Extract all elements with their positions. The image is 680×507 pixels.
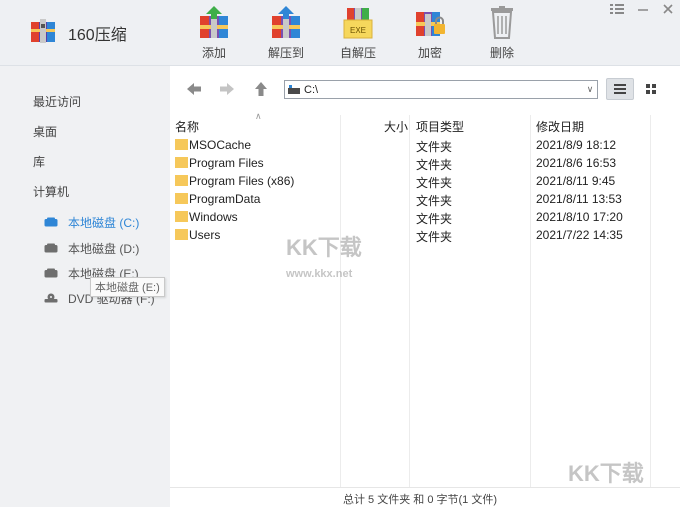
file-name: Program Files (x86) (189, 174, 295, 188)
sidebar-item-computer[interactable]: 计算机 (33, 183, 69, 200)
drive-label: 本地磁盘 (D:) (68, 241, 140, 256)
delete-label: 删除 (489, 46, 514, 60)
table-row[interactable]: MSOCache 文件夹 2021/8/9 18:12 (170, 136, 650, 154)
app-title: 160压缩 (68, 27, 127, 44)
column-header-size[interactable]: 大小 (384, 118, 408, 135)
file-type: 文件夹 (416, 212, 453, 226)
extract-to-button[interactable]: 解压到 (256, 4, 316, 62)
drive-d[interactable]: 本地磁盘 (D:) (44, 240, 139, 256)
app-logo-icon (31, 19, 55, 43)
title-toolbar: 160压缩 添加 解压到 EXE 自解压 加密 删除 (0, 0, 680, 66)
self-extract-button[interactable]: EXE 自解压 (328, 4, 388, 62)
trash-icon (491, 6, 513, 39)
status-bar: 总计 5 文件夹 和 0 字节(1 文件) (170, 487, 680, 507)
sidebar-item-library[interactable]: 库 (33, 153, 45, 170)
file-name: Users (189, 228, 221, 242)
hard-drive-icon (44, 217, 58, 227)
file-name: MSOCache (189, 138, 252, 152)
grid-view-button[interactable] (637, 78, 665, 100)
address-path: C:\ (304, 83, 319, 96)
close-icon (663, 4, 673, 14)
file-date: 2021/8/11 13:53 (536, 192, 622, 206)
list-view-button[interactable] (606, 78, 634, 100)
exe-badge: EXE (350, 26, 366, 35)
file-name: Program Files (189, 156, 264, 170)
folder-icon (175, 229, 188, 240)
self-extract-icon: EXE (343, 8, 373, 39)
table-row[interactable]: Program Files (x86) 文件夹 2021/8/11 9:45 (170, 172, 650, 190)
sidebar-item-recent[interactable]: 最近访问 (33, 93, 81, 110)
delete-button[interactable]: 删除 (472, 4, 532, 62)
sidebar-item-desktop[interactable]: 桌面 (33, 123, 57, 140)
table-row[interactable]: Program Files 文件夹 2021/8/6 16:53 (170, 154, 650, 172)
watermark-url: www.kkx.net (286, 268, 353, 280)
file-date: 2021/8/6 16:53 (536, 156, 617, 170)
folder-icon (175, 193, 188, 204)
encrypt-lock-icon (416, 12, 445, 36)
drive-label: 本地磁盘 (C:) (68, 215, 140, 230)
up-folder-icon[interactable] (253, 81, 269, 97)
grid-view-icon (646, 84, 656, 94)
file-date: 2021/8/10 17:20 (536, 210, 623, 224)
folder-icon (175, 175, 188, 186)
column-header-name[interactable]: 名称 (175, 118, 199, 135)
hard-drive-icon (44, 243, 58, 253)
file-date: 2021/8/11 9:45 (536, 174, 616, 188)
encrypt-label: 加密 (417, 46, 442, 60)
file-type: 文件夹 (416, 176, 453, 190)
self-extract-label: 自解压 (339, 46, 376, 60)
extract-to-label: 解压到 (267, 46, 304, 60)
file-date: 2021/7/22 14:35 (536, 228, 623, 242)
minimize-button[interactable] (634, 2, 652, 18)
drive-c[interactable]: 本地磁盘 (C:) (44, 214, 139, 230)
column-divider (650, 115, 651, 487)
forward-arrow-icon[interactable] (219, 81, 235, 97)
add-archive-icon (200, 6, 228, 38)
file-type: 文件夹 (416, 194, 453, 208)
folder-icon (175, 211, 188, 222)
extract-archive-icon (272, 6, 300, 38)
file-type: 文件夹 (416, 140, 453, 154)
menu-icon[interactable] (608, 2, 626, 18)
table-row[interactable]: Users 文件夹 2021/7/22 14:35 (170, 226, 650, 244)
encrypt-button[interactable]: 加密 (400, 4, 460, 62)
drive-tooltip: 本地磁盘 (E:) (90, 277, 165, 297)
column-header-type[interactable]: 项目类型 (416, 118, 464, 135)
hard-drive-icon (44, 268, 58, 278)
drive-icon (288, 85, 300, 94)
dvd-drive-icon (44, 293, 58, 303)
back-arrow-icon[interactable] (186, 81, 202, 97)
table-row[interactable]: Windows 文件夹 2021/8/10 17:20 (170, 208, 650, 226)
add-label: 添加 (201, 46, 226, 60)
chevron-down-icon[interactable]: ∨ (583, 84, 597, 95)
list-view-icon (614, 84, 626, 94)
folder-icon (175, 157, 188, 168)
file-list: ∧ 名称 大小 项目类型 修改日期 MSOCache 文件夹 2021/8/9 … (170, 111, 680, 487)
table-row[interactable]: ProgramData 文件夹 2021/8/11 13:53 (170, 190, 650, 208)
sort-ascending-icon: ∧ (255, 111, 262, 121)
address-bar[interactable]: C:\ ∨ (284, 80, 598, 99)
watermark-logo: KK下载 (568, 461, 644, 486)
minimize-icon (638, 9, 648, 11)
folder-icon (175, 139, 188, 150)
file-type: 文件夹 (416, 158, 453, 172)
file-type: 文件夹 (416, 230, 453, 244)
file-name: ProgramData (189, 192, 261, 206)
grid-menu-icon (610, 4, 624, 14)
status-text: 总计 5 文件夹 和 0 字节(1 文件) (343, 494, 498, 506)
add-button[interactable]: 添加 (184, 4, 244, 62)
column-header-modified[interactable]: 修改日期 (536, 118, 584, 135)
file-name: Windows (189, 210, 238, 224)
close-button[interactable] (659, 2, 677, 18)
watermark-logo: KK下载 (286, 235, 362, 260)
file-date: 2021/8/9 18:12 (536, 138, 617, 152)
